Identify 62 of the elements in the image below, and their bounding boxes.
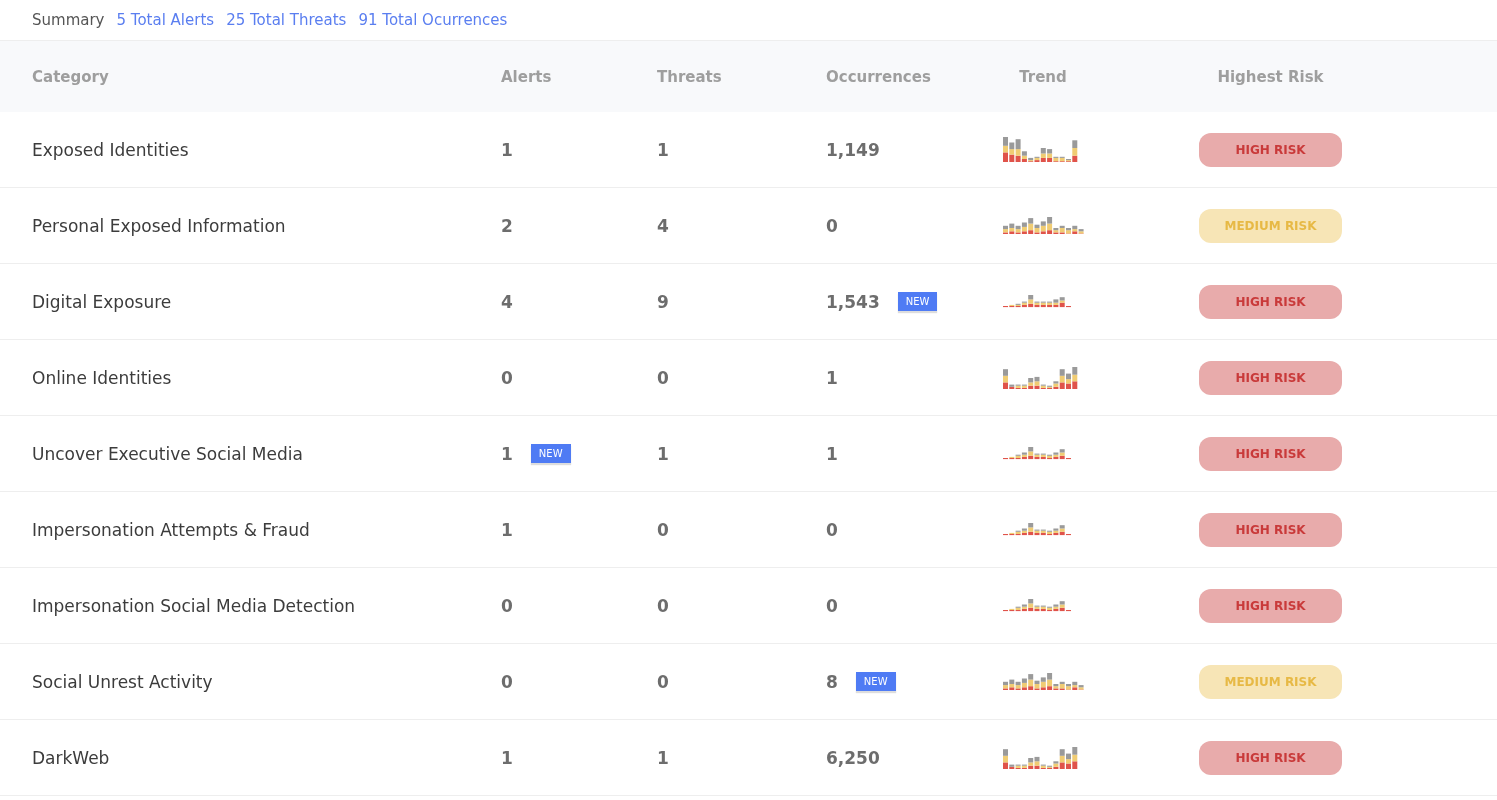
threat-count: 0 — [657, 519, 669, 540]
trend-sparkline — [1003, 523, 1072, 536]
summary-label: Summary — [32, 11, 105, 29]
risk-badge: MEDIUM RISK — [1199, 664, 1342, 699]
occurrence-count: 8 — [826, 671, 838, 692]
occurrence-count: 0 — [826, 595, 838, 616]
occurrence-count: 0 — [826, 215, 838, 236]
column-header: Occurrences — [826, 67, 931, 86]
alert-count: 4 — [501, 291, 513, 312]
threat-count: 9 — [657, 291, 669, 312]
new-badge: NEW — [530, 444, 571, 463]
category-name: Personal Exposed Information — [32, 215, 286, 236]
occurrence-count: 1 — [826, 367, 838, 388]
category-name: Social Unrest Activity — [32, 671, 213, 692]
threat-count: 1 — [657, 443, 669, 464]
risk-badge: HIGH RISK — [1199, 284, 1342, 319]
column-header: Trend — [1019, 67, 1067, 86]
risk-badge: MEDIUM RISK — [1199, 208, 1342, 243]
column-header: Alerts — [501, 67, 552, 86]
trend-sparkline — [1003, 447, 1072, 460]
column-header: Highest Risk — [1217, 67, 1324, 86]
summary-link[interactable]: 25 Total Threats — [226, 11, 347, 29]
alert-count: 1 — [501, 443, 513, 464]
alert-count: 0 — [501, 671, 513, 692]
alert-count: 1 — [501, 747, 513, 768]
column-header: Category — [32, 67, 109, 86]
trend-sparkline — [1003, 295, 1072, 308]
category-name: Online Identities — [32, 367, 172, 388]
occurrence-count: 1 — [826, 443, 838, 464]
occurrence-count: 0 — [826, 519, 838, 540]
threat-count: 0 — [657, 595, 669, 616]
risk-badge: HIGH RISK — [1199, 132, 1342, 167]
alert-count: 1 — [501, 139, 513, 160]
threat-count: 0 — [657, 367, 669, 388]
summary-link[interactable]: 91 Total Ocurrences — [358, 11, 508, 29]
alert-count: 0 — [501, 367, 513, 388]
category-name: Impersonation Social Media Detection — [32, 595, 356, 616]
category-name: DarkWeb — [32, 747, 110, 768]
risk-badge: HIGH RISK — [1199, 588, 1342, 623]
risk-badge: HIGH RISK — [1199, 512, 1342, 547]
category-name: Digital Exposure — [32, 291, 172, 312]
risk-badge: HIGH RISK — [1199, 740, 1342, 775]
occurrence-count: 1,149 — [826, 139, 880, 160]
threat-count: 4 — [657, 215, 669, 236]
threat-count: 1 — [657, 747, 669, 768]
occurrence-count: 1,543 — [826, 291, 880, 312]
threat-count: 1 — [657, 139, 669, 160]
risk-badge: HIGH RISK — [1199, 360, 1342, 395]
occurrence-count: 6,250 — [826, 747, 880, 768]
column-header: Threats — [657, 67, 722, 86]
alert-count: 0 — [501, 595, 513, 616]
threat-count: 0 — [657, 671, 669, 692]
risk-badge: HIGH RISK — [1199, 436, 1342, 471]
alert-count: 2 — [501, 215, 513, 236]
category-name: Uncover Executive Social Media — [32, 443, 303, 464]
new-badge: NEW — [855, 672, 896, 691]
summary-link[interactable]: 5 Total Alerts — [116, 11, 215, 29]
category-name: Exposed Identities — [32, 139, 189, 160]
new-badge: NEW — [897, 292, 938, 311]
alert-count: 1 — [501, 519, 513, 540]
trend-sparkline — [1003, 599, 1072, 612]
category-name: Impersonation Attempts & Fraud — [32, 519, 310, 540]
